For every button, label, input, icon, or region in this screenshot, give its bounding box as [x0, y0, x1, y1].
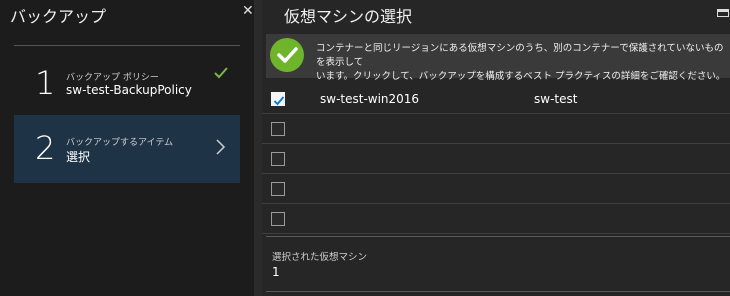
- step-number: 2: [35, 129, 56, 167]
- step-label: バックアップ ポリシー: [66, 73, 159, 83]
- table-row[interactable]: [262, 144, 730, 174]
- step-value: sw-test-BackupPolicy: [66, 83, 192, 97]
- info-line: コンテナーと同じリージョンにある仮想マシンのうち、別のコンテナーで保護されていな…: [316, 43, 724, 68]
- selected-label: 選択された仮想マシン: [272, 252, 368, 263]
- row-checkbox[interactable]: [271, 92, 285, 106]
- step-items-to-backup[interactable]: 2 バックアップするアイテム 選択: [14, 115, 240, 183]
- divider: [14, 45, 240, 46]
- maximize-icon[interactable]: [717, 9, 729, 17]
- success-check-icon: [270, 38, 304, 72]
- chevron-right-icon: [216, 139, 226, 155]
- row-checkbox[interactable]: [271, 122, 285, 136]
- table-row[interactable]: [262, 114, 730, 144]
- table-row[interactable]: [262, 204, 730, 234]
- selected-vms-panel: 選択された仮想マシン 1: [266, 236, 730, 292]
- backup-blade: バックアップ ✕ 1 バックアップ ポリシー sw-test-BackupPol…: [0, 0, 254, 296]
- selected-count: 1: [272, 265, 280, 279]
- checkbox-check-icon: [273, 96, 285, 106]
- resource-group: sw-test: [534, 92, 578, 106]
- vm-name: sw-test-win2016: [320, 92, 420, 106]
- select-vm-blade: 仮想マシンの選択 コンテナーと同じリージョンにある仮想マシンのうち、別のコンテナ…: [262, 0, 730, 296]
- row-checkbox[interactable]: [271, 152, 285, 166]
- info-banner[interactable]: コンテナーと同じリージョンにある仮想マシンのうち、別のコンテナーで保護されていな…: [266, 34, 730, 82]
- blade-title: バックアップ: [10, 7, 107, 26]
- step-backup-policy[interactable]: 1 バックアップ ポリシー sw-test-BackupPolicy: [14, 50, 240, 118]
- step-value: 選択: [66, 150, 91, 164]
- checkmark-icon: [214, 67, 228, 79]
- step-label: バックアップするアイテム: [66, 138, 174, 148]
- step-number: 1: [35, 64, 56, 102]
- table-row[interactable]: [262, 174, 730, 204]
- table-row[interactable]: sw-test-win2016 sw-test: [262, 84, 730, 114]
- blade-title: 仮想マシンの選択: [284, 7, 413, 26]
- row-checkbox[interactable]: [271, 212, 285, 226]
- row-checkbox[interactable]: [271, 182, 285, 196]
- blade-separator: [254, 0, 262, 296]
- close-icon[interactable]: ✕: [242, 3, 254, 19]
- info-text: コンテナーと同じリージョンにある仮想マシンのうち、別のコンテナーで保護されていな…: [316, 42, 726, 84]
- info-line: います。クリックして、バックアップを構成するベスト プラクティスの詳細をご確認く…: [316, 71, 726, 82]
